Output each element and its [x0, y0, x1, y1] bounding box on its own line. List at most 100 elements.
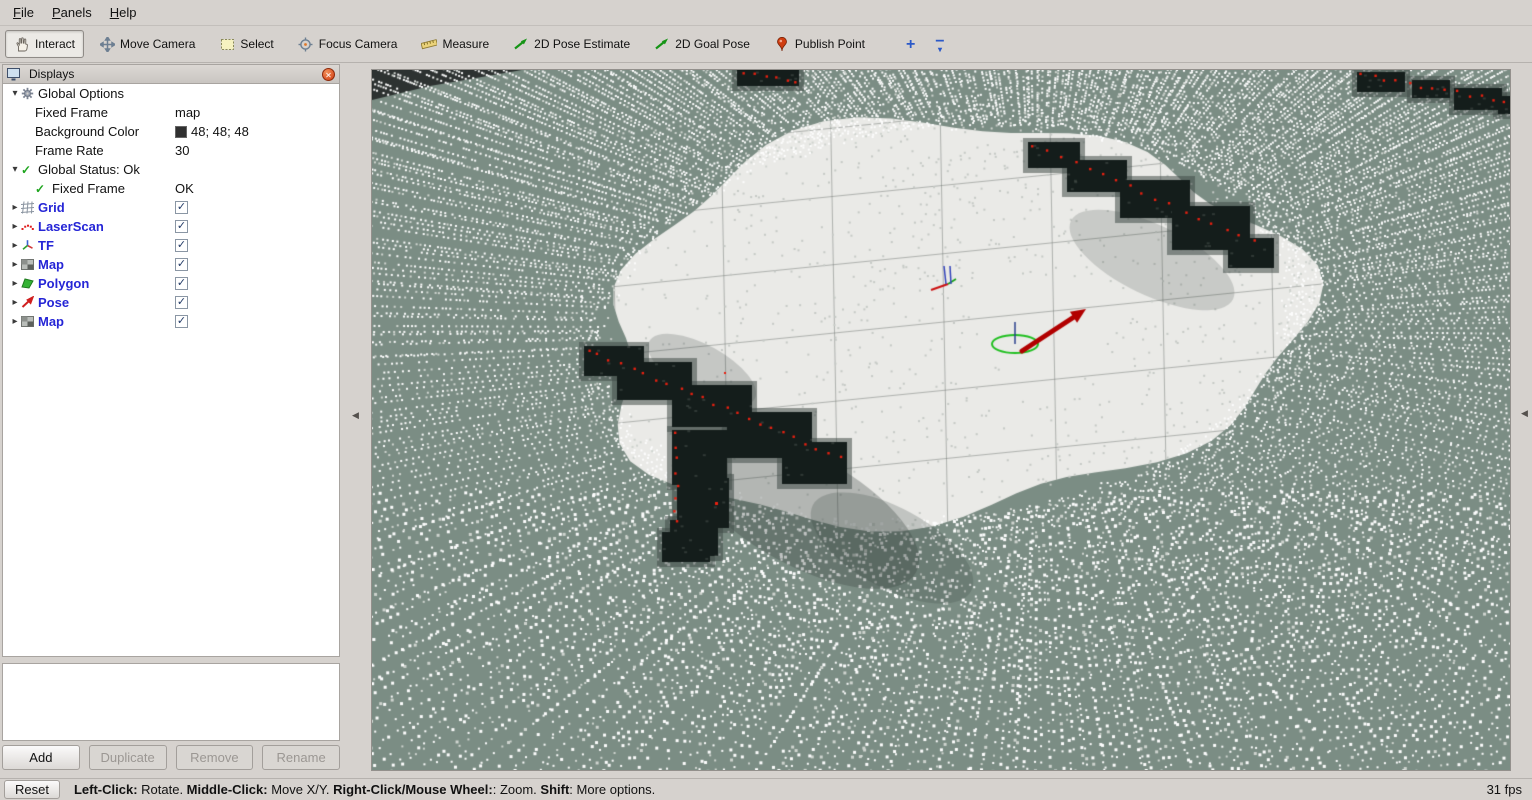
- enabled-checkbox[interactable]: ✓: [175, 220, 188, 233]
- pose-estimate-icon: [513, 36, 529, 52]
- check-icon: ✓: [21, 162, 32, 177]
- tool-label: Interact: [35, 37, 76, 51]
- collapsed-arrow-icon[interactable]: ▸: [9, 221, 21, 232]
- tool-label: Focus Camera: [318, 37, 398, 51]
- menu-file[interactable]: File: [4, 2, 43, 23]
- tool-focus-camera[interactable]: Focus Camera: [289, 30, 407, 58]
- map-icon: [21, 315, 38, 328]
- enabled-checkbox[interactable]: ✓: [175, 239, 188, 252]
- tool-label: Publish Point: [794, 37, 865, 51]
- tree-row-frame-rate[interactable]: Frame Rate 30: [3, 141, 339, 160]
- enabled-checkbox[interactable]: ✓: [175, 315, 188, 328]
- mouse-help-text: Left-Click: Rotate. Middle-Click: Move X…: [73, 782, 656, 797]
- remove-button: Remove: [175, 745, 254, 770]
- property-description-pane: [2, 663, 340, 741]
- tree-row-map[interactable]: ▸ Map ✓: [3, 312, 339, 331]
- property-label: Pose: [38, 295, 70, 310]
- displays-panel: Displays ✕ ▾ Global Options Fixed Frame map…: [2, 64, 340, 771]
- add-tool-button[interactable]: +: [906, 36, 915, 52]
- collapsed-arrow-icon[interactable]: ▸: [9, 240, 21, 251]
- property-value[interactable]: 30: [175, 143, 189, 158]
- displays-panel-header[interactable]: Displays ✕: [2, 64, 340, 84]
- duplicate-button: Duplicate: [88, 745, 167, 770]
- tree-row-tf[interactable]: ▸ TF ✓: [3, 236, 339, 255]
- grid-icon: [21, 201, 38, 214]
- tree-row-laserscan[interactable]: ▸ LaserScan ✓: [3, 217, 339, 236]
- tool-label: Select: [240, 37, 274, 51]
- displays-panel-icon: [7, 67, 24, 81]
- panel-title: Displays: [29, 67, 75, 81]
- tool-select[interactable]: Select: [210, 30, 282, 58]
- enabled-checkbox[interactable]: ✓: [175, 277, 188, 290]
- measure-icon: [421, 36, 438, 52]
- tree-row-grid[interactable]: ▸ Grid ✓: [3, 198, 339, 217]
- publish-point-icon: [774, 36, 790, 52]
- enabled-checkbox[interactable]: ✓: [175, 296, 188, 309]
- close-icon[interactable]: ✕: [322, 67, 335, 81]
- tool-label: Measure: [442, 37, 490, 51]
- remove-tool-button[interactable]: − ▾: [935, 33, 944, 54]
- enabled-checkbox[interactable]: ✓: [175, 201, 188, 214]
- tree-row-global-options[interactable]: ▾ Global Options: [3, 84, 339, 103]
- tree-row-pose[interactable]: ▸ Pose ✓: [3, 293, 339, 312]
- status-bar: Reset Left-Click: Rotate. Middle-Click: …: [0, 778, 1532, 800]
- move-camera-icon: [99, 36, 115, 52]
- tool-2d-pose-estimate[interactable]: 2D Pose Estimate: [504, 30, 639, 58]
- reset-button[interactable]: Reset: [4, 780, 60, 799]
- tool-measure[interactable]: Measure: [412, 30, 498, 58]
- menu-help[interactable]: Help: [101, 2, 146, 23]
- goal-pose-icon: [654, 36, 670, 52]
- tool-label: 2D Pose Estimate: [534, 37, 631, 51]
- chevron-down-icon: ▾: [937, 44, 942, 54]
- tf-icon: [21, 239, 38, 252]
- expanded-arrow-icon[interactable]: ▾: [9, 88, 21, 99]
- tree-row-fixed-frame[interactable]: ✓ Fixed Frame OK: [3, 179, 339, 198]
- rviz-window: { "menu": {"items": [{"label":"File"},{"…: [0, 0, 1532, 800]
- collapsed-arrow-icon[interactable]: ▸: [9, 259, 21, 270]
- property-label: Frame Rate: [35, 143, 104, 158]
- tool-2d-goal-pose[interactable]: 2D Goal Pose: [645, 30, 759, 58]
- enabled-checkbox[interactable]: ✓: [175, 258, 188, 271]
- menu-panels[interactable]: Panels: [43, 2, 101, 23]
- collapsed-arrow-icon[interactable]: ▸: [9, 297, 21, 308]
- property-label: Fixed Frame: [35, 105, 108, 120]
- color-swatch[interactable]: [175, 125, 187, 138]
- property-label: Global Options: [38, 86, 124, 101]
- tree-row-background-color[interactable]: Background Color 48; 48; 48: [3, 122, 339, 141]
- select-box-icon: [219, 36, 235, 52]
- tree-row-map[interactable]: ▸ Map ✓: [3, 255, 339, 274]
- polygon-icon: [21, 277, 38, 290]
- fps-counter: 31 fps: [1486, 782, 1522, 797]
- tool-publish-point[interactable]: Publish Point: [765, 30, 874, 58]
- property-label: Global Status: Ok: [38, 162, 140, 177]
- pose-icon: [21, 296, 38, 309]
- left-dock-collapse-icon[interactable]: ◀: [352, 410, 359, 421]
- property-value[interactable]: map: [175, 105, 200, 120]
- tree-row-polygon[interactable]: ▸ Polygon ✓: [3, 274, 339, 293]
- property-label: Map: [38, 314, 64, 329]
- add-button[interactable]: Add: [2, 745, 80, 770]
- hand-icon: [14, 36, 30, 52]
- tool-label: 2D Goal Pose: [675, 37, 750, 51]
- tree-row-global-status-ok[interactable]: ▾ ✓ Global Status: Ok: [3, 160, 339, 179]
- tool-interact[interactable]: Interact: [5, 30, 85, 58]
- tool-move-camera[interactable]: Move Camera: [90, 30, 204, 58]
- property-value[interactable]: OK: [175, 181, 194, 196]
- check-icon: ✓: [35, 181, 46, 196]
- 3d-viewport[interactable]: [371, 69, 1511, 771]
- collapsed-arrow-icon[interactable]: ▸: [9, 278, 21, 289]
- map-icon: [21, 258, 38, 271]
- collapsed-arrow-icon[interactable]: ▸: [9, 202, 21, 213]
- property-label: Fixed Frame: [52, 181, 125, 196]
- displays-tree: ▾ Global Options Fixed Frame map Background …: [2, 84, 340, 657]
- collapsed-arrow-icon[interactable]: ▸: [9, 316, 21, 327]
- focus-camera-icon: [298, 36, 314, 52]
- tool-label: Move Camera: [120, 37, 196, 51]
- gear-icon: [21, 87, 38, 100]
- right-dock-collapse-icon[interactable]: ◀: [1521, 408, 1528, 419]
- property-value[interactable]: 48; 48; 48: [191, 124, 249, 139]
- rename-button: Rename: [262, 745, 340, 770]
- tree-row-fixed-frame[interactable]: Fixed Frame map: [3, 103, 339, 122]
- property-label: Polygon: [38, 276, 90, 291]
- expanded-arrow-icon[interactable]: ▾: [9, 164, 21, 175]
